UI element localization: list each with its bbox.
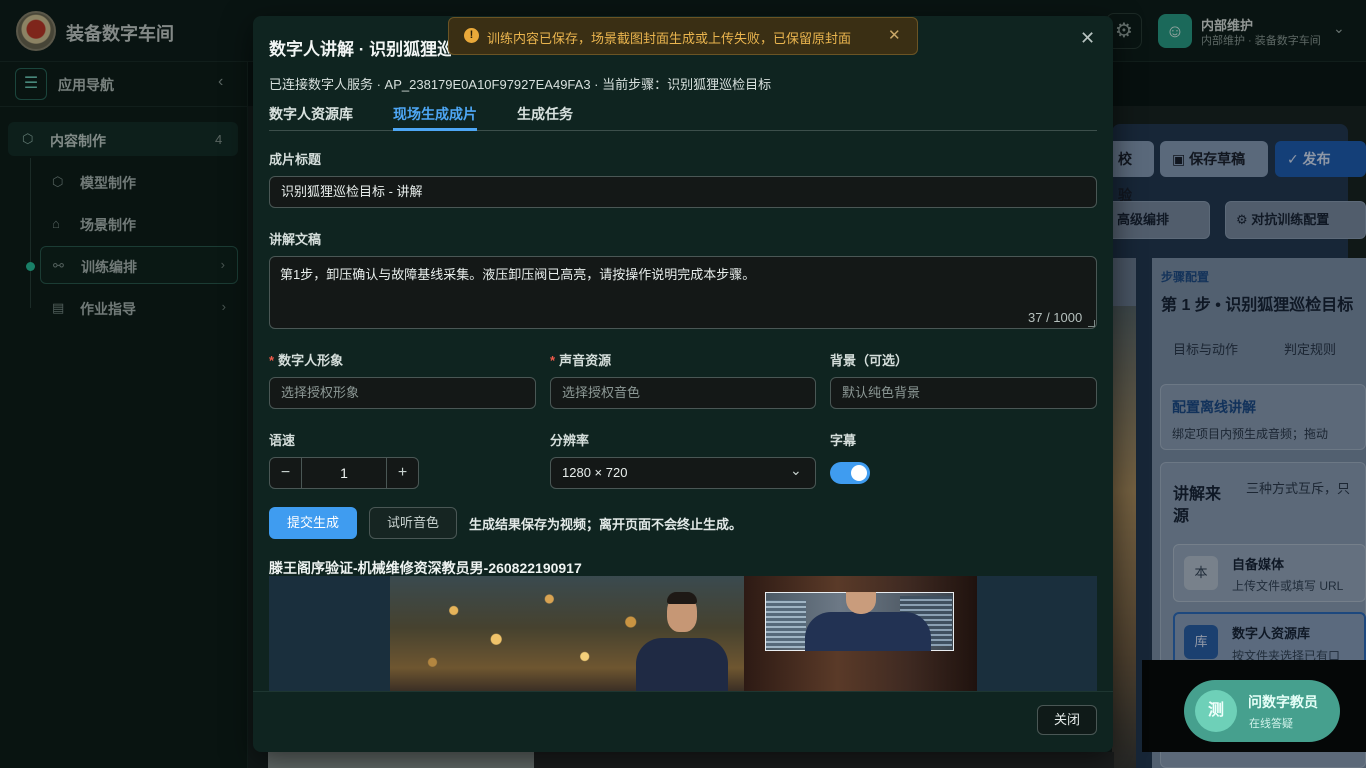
dialog-footer-divider bbox=[253, 691, 1113, 692]
pip-presenter-body bbox=[805, 612, 931, 651]
submit-generate-button[interactable]: 提交生成 bbox=[269, 507, 357, 539]
assistant-title: 问数字教员 bbox=[1248, 694, 1318, 710]
voice-select[interactable]: 选择授权音色 bbox=[550, 377, 816, 409]
speed-label: 语速 bbox=[269, 433, 296, 448]
script-text: 第1步，卸压确认与故障基线采集。液压卸压阀已高亮，请按操作说明完成本步骤。 bbox=[280, 267, 756, 282]
presenter-hair bbox=[667, 592, 697, 604]
background-select[interactable]: 默认纯色背景 bbox=[830, 377, 1097, 409]
script-label: 讲解文稿 bbox=[269, 232, 322, 247]
close-icon[interactable]: ✕ bbox=[1080, 28, 1095, 49]
toast-message: 训练内容已保存，场景截图封面生成或上传失败，已保留原封面 bbox=[487, 31, 852, 46]
resize-grip-icon[interactable] bbox=[1088, 320, 1095, 327]
avatar-label: * 数字人形象 bbox=[269, 350, 343, 369]
plus-icon[interactable]: + bbox=[386, 458, 418, 488]
close-icon[interactable]: ✕ bbox=[888, 26, 901, 44]
presenter-body bbox=[636, 638, 728, 691]
title-label: 成片标题 bbox=[269, 152, 322, 167]
required-mark: * bbox=[269, 353, 275, 368]
resolution-label: 分辨率 bbox=[550, 433, 590, 448]
subtitle-label: 字幕 bbox=[830, 433, 857, 448]
warning-icon: ! bbox=[464, 28, 479, 43]
background-label: 背景（可选） bbox=[830, 353, 909, 368]
chevron-down-icon: ⌄ bbox=[790, 462, 802, 478]
speed-value[interactable]: 1 bbox=[302, 458, 386, 488]
tab-active-indicator bbox=[393, 128, 477, 131]
voice-label: * 声音资源 bbox=[550, 350, 611, 369]
tab-generate-tasks[interactable]: 生成任务 bbox=[517, 104, 573, 124]
title-input[interactable]: 识别狐狸巡检目标 - 讲解 bbox=[269, 176, 1097, 208]
generate-hint: 生成结果保存为视频；离开页面不会终止生成。 bbox=[469, 517, 743, 532]
minus-icon[interactable]: − bbox=[270, 458, 302, 488]
tab-live-generate[interactable]: 现场生成成片 bbox=[393, 104, 477, 124]
preview-voice-button[interactable]: 试听音色 bbox=[369, 507, 457, 539]
close-button[interactable]: 关闭 bbox=[1037, 705, 1097, 735]
avatar-select[interactable]: 选择授权形象 bbox=[269, 377, 536, 409]
avatar-label-text: 数字人形象 bbox=[278, 353, 344, 368]
pip-monitor bbox=[766, 600, 806, 648]
connection-status: 已连接数字人服务 · AP_238179E0A10F97927EA49FA3 ·… bbox=[269, 77, 772, 92]
tab-resource-library[interactable]: 数字人资源库 bbox=[269, 104, 353, 124]
dialog-title: 数字人讲解 · 识别狐狸巡检目标 bbox=[269, 40, 451, 59]
video-title: 滕王阁序验证-机械维修资深教员男-260822190917 bbox=[269, 560, 582, 576]
voice-label-text: 声音资源 bbox=[559, 353, 612, 368]
required-mark: * bbox=[550, 353, 556, 368]
script-char-count: 37 / 1000 bbox=[1028, 310, 1083, 325]
assistant-badge: 测 bbox=[1195, 690, 1237, 732]
assistant-subtitle: 在线答疑 bbox=[1249, 718, 1293, 730]
toggle-knob bbox=[851, 465, 867, 481]
resolution-select[interactable]: 1280 × 720 bbox=[550, 457, 816, 489]
